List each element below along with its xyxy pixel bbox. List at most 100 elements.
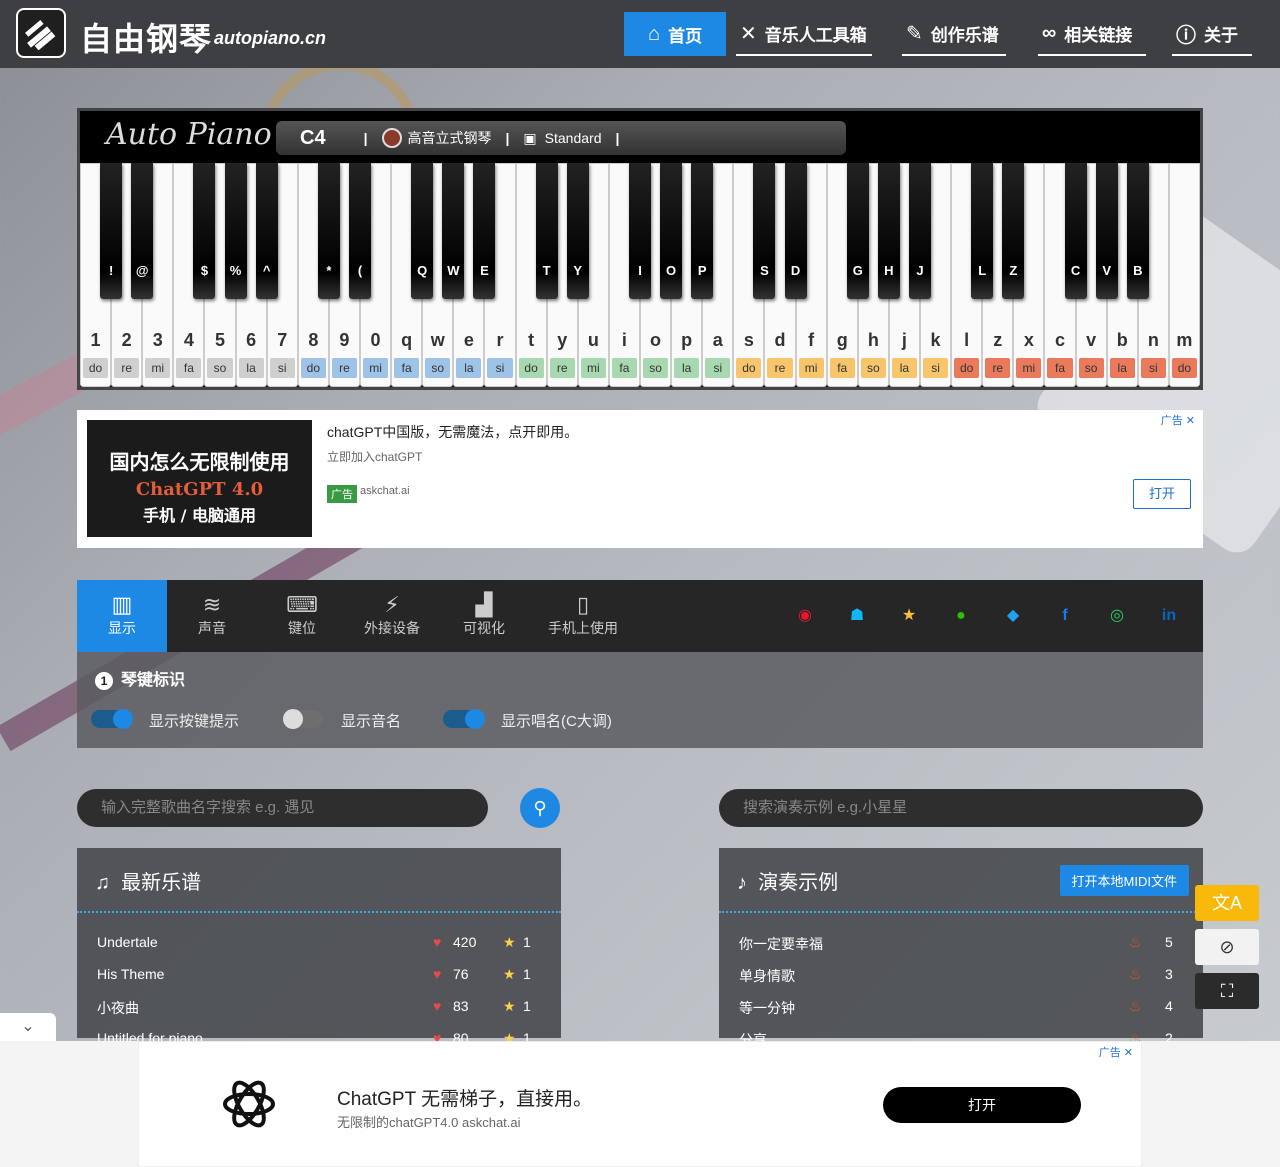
piano-status-bar: C4 | 高音立式钢琴 | ▣ Standard | <box>276 121 846 155</box>
nav-musician-tools[interactable]: ✕ 音乐人工具箱 <box>736 12 872 56</box>
nav-compose[interactable]: ✎ 创作乐谱 <box>902 12 1006 56</box>
tab-visualization[interactable]: ▟ 可视化 <box>439 580 529 652</box>
black-key[interactable]: W <box>442 163 465 299</box>
black-key[interactable]: E <box>473 163 496 299</box>
ad-close-icon[interactable]: 广告 ✕ <box>1099 1044 1133 1060</box>
black-key[interactable]: Q <box>411 163 434 299</box>
nav-links[interactable]: ∞ 相关链接 <box>1038 12 1146 56</box>
black-key[interactable]: L <box>971 163 994 299</box>
ad-title[interactable]: ChatGPT 无需梯子，直接用。 <box>337 1084 592 1111</box>
nav-home[interactable]: ⌂ 首页 <box>624 12 727 56</box>
key-label: % <box>229 263 242 278</box>
tab-label: 声音 <box>198 620 226 636</box>
tab-sound[interactable]: ≋ 声音 <box>167 580 257 652</box>
score-title-link[interactable]: 小夜曲 <box>97 998 139 1018</box>
ad-open-button[interactable]: 打开 <box>883 1087 1081 1123</box>
site-logo-icon[interactable] <box>16 8 66 58</box>
solfege-label: la <box>674 358 700 378</box>
tab-keymap[interactable]: ⌨ 键位 <box>257 580 347 652</box>
advertisement-banner[interactable]: 国内怎么无限制使用 ChatGPT 4.0 手机 / 电脑通用 chatGPT中… <box>77 410 1203 548</box>
tab-external-device[interactable]: ⚡ 外接设备 <box>347 580 437 652</box>
score-title-link[interactable]: His Theme <box>97 966 164 982</box>
fire-icon: ♨ <box>1129 966 1142 982</box>
black-key[interactable]: @ <box>131 163 154 299</box>
black-key[interactable]: C <box>1064 163 1087 299</box>
ad-image[interactable]: 国内怎么无限制使用 ChatGPT 4.0 手机 / 电脑通用 <box>87 420 312 537</box>
key-label: ! <box>108 263 114 278</box>
keymap-selector[interactable]: Standard <box>545 130 602 146</box>
black-key[interactable]: P <box>691 163 714 299</box>
qq-icon[interactable]: ☗ <box>843 602 871 630</box>
open-midi-button[interactable]: 打开本地MIDI文件 <box>1059 865 1189 896</box>
search-button[interactable]: ⚲ <box>520 788 560 828</box>
solfege-label: so <box>207 358 233 378</box>
separator: | <box>363 130 368 146</box>
black-key[interactable]: ! <box>100 163 123 299</box>
keyboard-icon: ⌨ <box>286 592 318 617</box>
demo-title-link[interactable]: 单身情歌 <box>739 966 795 986</box>
black-key[interactable]: ^ <box>255 163 278 299</box>
ad-title[interactable]: chatGPT中国版，无需魔法，点开即用。 <box>327 422 578 442</box>
demo-search-input[interactable]: 搜索演奏示例 e.g.小星星 <box>719 789 1203 827</box>
qzone-icon[interactable]: ★ <box>895 602 923 630</box>
instrument-selector[interactable]: 高音立式钢琴 <box>408 128 492 148</box>
black-key[interactable]: $ <box>193 163 216 299</box>
key-label: b <box>1116 330 1128 350</box>
stars-count: 1 <box>523 998 531 1014</box>
black-key[interactable]: H <box>877 163 900 299</box>
linkedin-icon[interactable]: in <box>1155 602 1183 630</box>
white-key[interactable]: m do <box>1168 163 1200 387</box>
toggle-solfege[interactable] <box>443 709 485 729</box>
ad-subtitle: 无限制的chatGPT4.0 askchat.ai <box>337 1115 521 1130</box>
black-key[interactable]: B <box>1126 163 1149 299</box>
black-key[interactable]: S <box>753 163 776 299</box>
demo-title-link[interactable]: 等一分钟 <box>739 998 795 1018</box>
solfege-label: la <box>456 358 482 378</box>
music-note-icon: ♪ <box>737 872 747 894</box>
toggle-background-button[interactable]: ⊘ <box>1195 929 1259 965</box>
black-key[interactable]: Z <box>1002 163 1025 299</box>
song-search-input[interactable]: 输入完整歌曲名字搜索 e.g. 遇见 <box>77 789 488 827</box>
demo-title-link[interactable]: 你一定要幸福 <box>739 934 823 954</box>
black-key[interactable]: V <box>1095 163 1118 299</box>
black-key[interactable]: % <box>224 163 247 299</box>
toggle-note-names[interactable] <box>283 709 323 729</box>
black-key[interactable]: I <box>629 163 651 299</box>
key-label: O <box>666 263 677 278</box>
site-title[interactable]: 自由钢琴 <box>80 14 212 60</box>
tab-mobile[interactable]: ▯ 手机上使用 <box>535 580 631 652</box>
nav-about[interactable]: ⓘ 关于 <box>1172 12 1252 56</box>
black-key[interactable]: ( <box>349 163 371 299</box>
tab-label: 可视化 <box>463 620 505 636</box>
black-key[interactable]: D <box>784 163 807 299</box>
key-label: I <box>638 263 642 278</box>
black-key[interactable]: Y <box>566 163 589 299</box>
fullscreen-button[interactable]: ⛶ <box>1195 973 1259 1009</box>
black-key[interactable]: O <box>660 163 683 299</box>
key-label: p <box>681 330 693 350</box>
translate-button[interactable]: 文A <box>1195 885 1259 921</box>
facebook-icon[interactable]: f <box>1051 602 1079 630</box>
play-count: 3 <box>1165 966 1173 982</box>
twitter-icon[interactable]: ◆ <box>999 602 1027 630</box>
score-title-link[interactable]: Undertale <box>97 934 158 950</box>
whatsapp-icon[interactable]: ◎ <box>1103 602 1131 630</box>
black-key[interactable]: * <box>317 163 340 299</box>
nav-label: 创作乐谱 <box>930 25 999 45</box>
key-label: g <box>836 330 848 350</box>
key-label: Z <box>1009 263 1018 278</box>
fire-icon: ♨ <box>1129 998 1142 1014</box>
wechat-icon[interactable]: ● <box>947 602 975 630</box>
collapse-ad-button[interactable]: ⌄ <box>0 1013 56 1041</box>
black-key[interactable]: T <box>535 163 558 299</box>
black-key[interactable]: G <box>846 163 869 299</box>
weibo-icon[interactable]: ◉ <box>791 602 819 630</box>
ad-close-icon[interactable]: 广告 ✕ <box>1161 412 1195 428</box>
ad-open-button[interactable]: 打开 <box>1133 479 1191 509</box>
key-label: V <box>1102 263 1111 278</box>
key-label: E <box>480 263 489 278</box>
toggle-key-hints[interactable] <box>91 709 133 729</box>
bottom-advertisement[interactable]: ChatGPT 无需梯子，直接用。 无限制的chatGPT4.0 askchat… <box>0 1041 1280 1167</box>
black-key[interactable]: J <box>909 163 931 299</box>
tab-display[interactable]: ▥ 显示 <box>77 580 167 652</box>
